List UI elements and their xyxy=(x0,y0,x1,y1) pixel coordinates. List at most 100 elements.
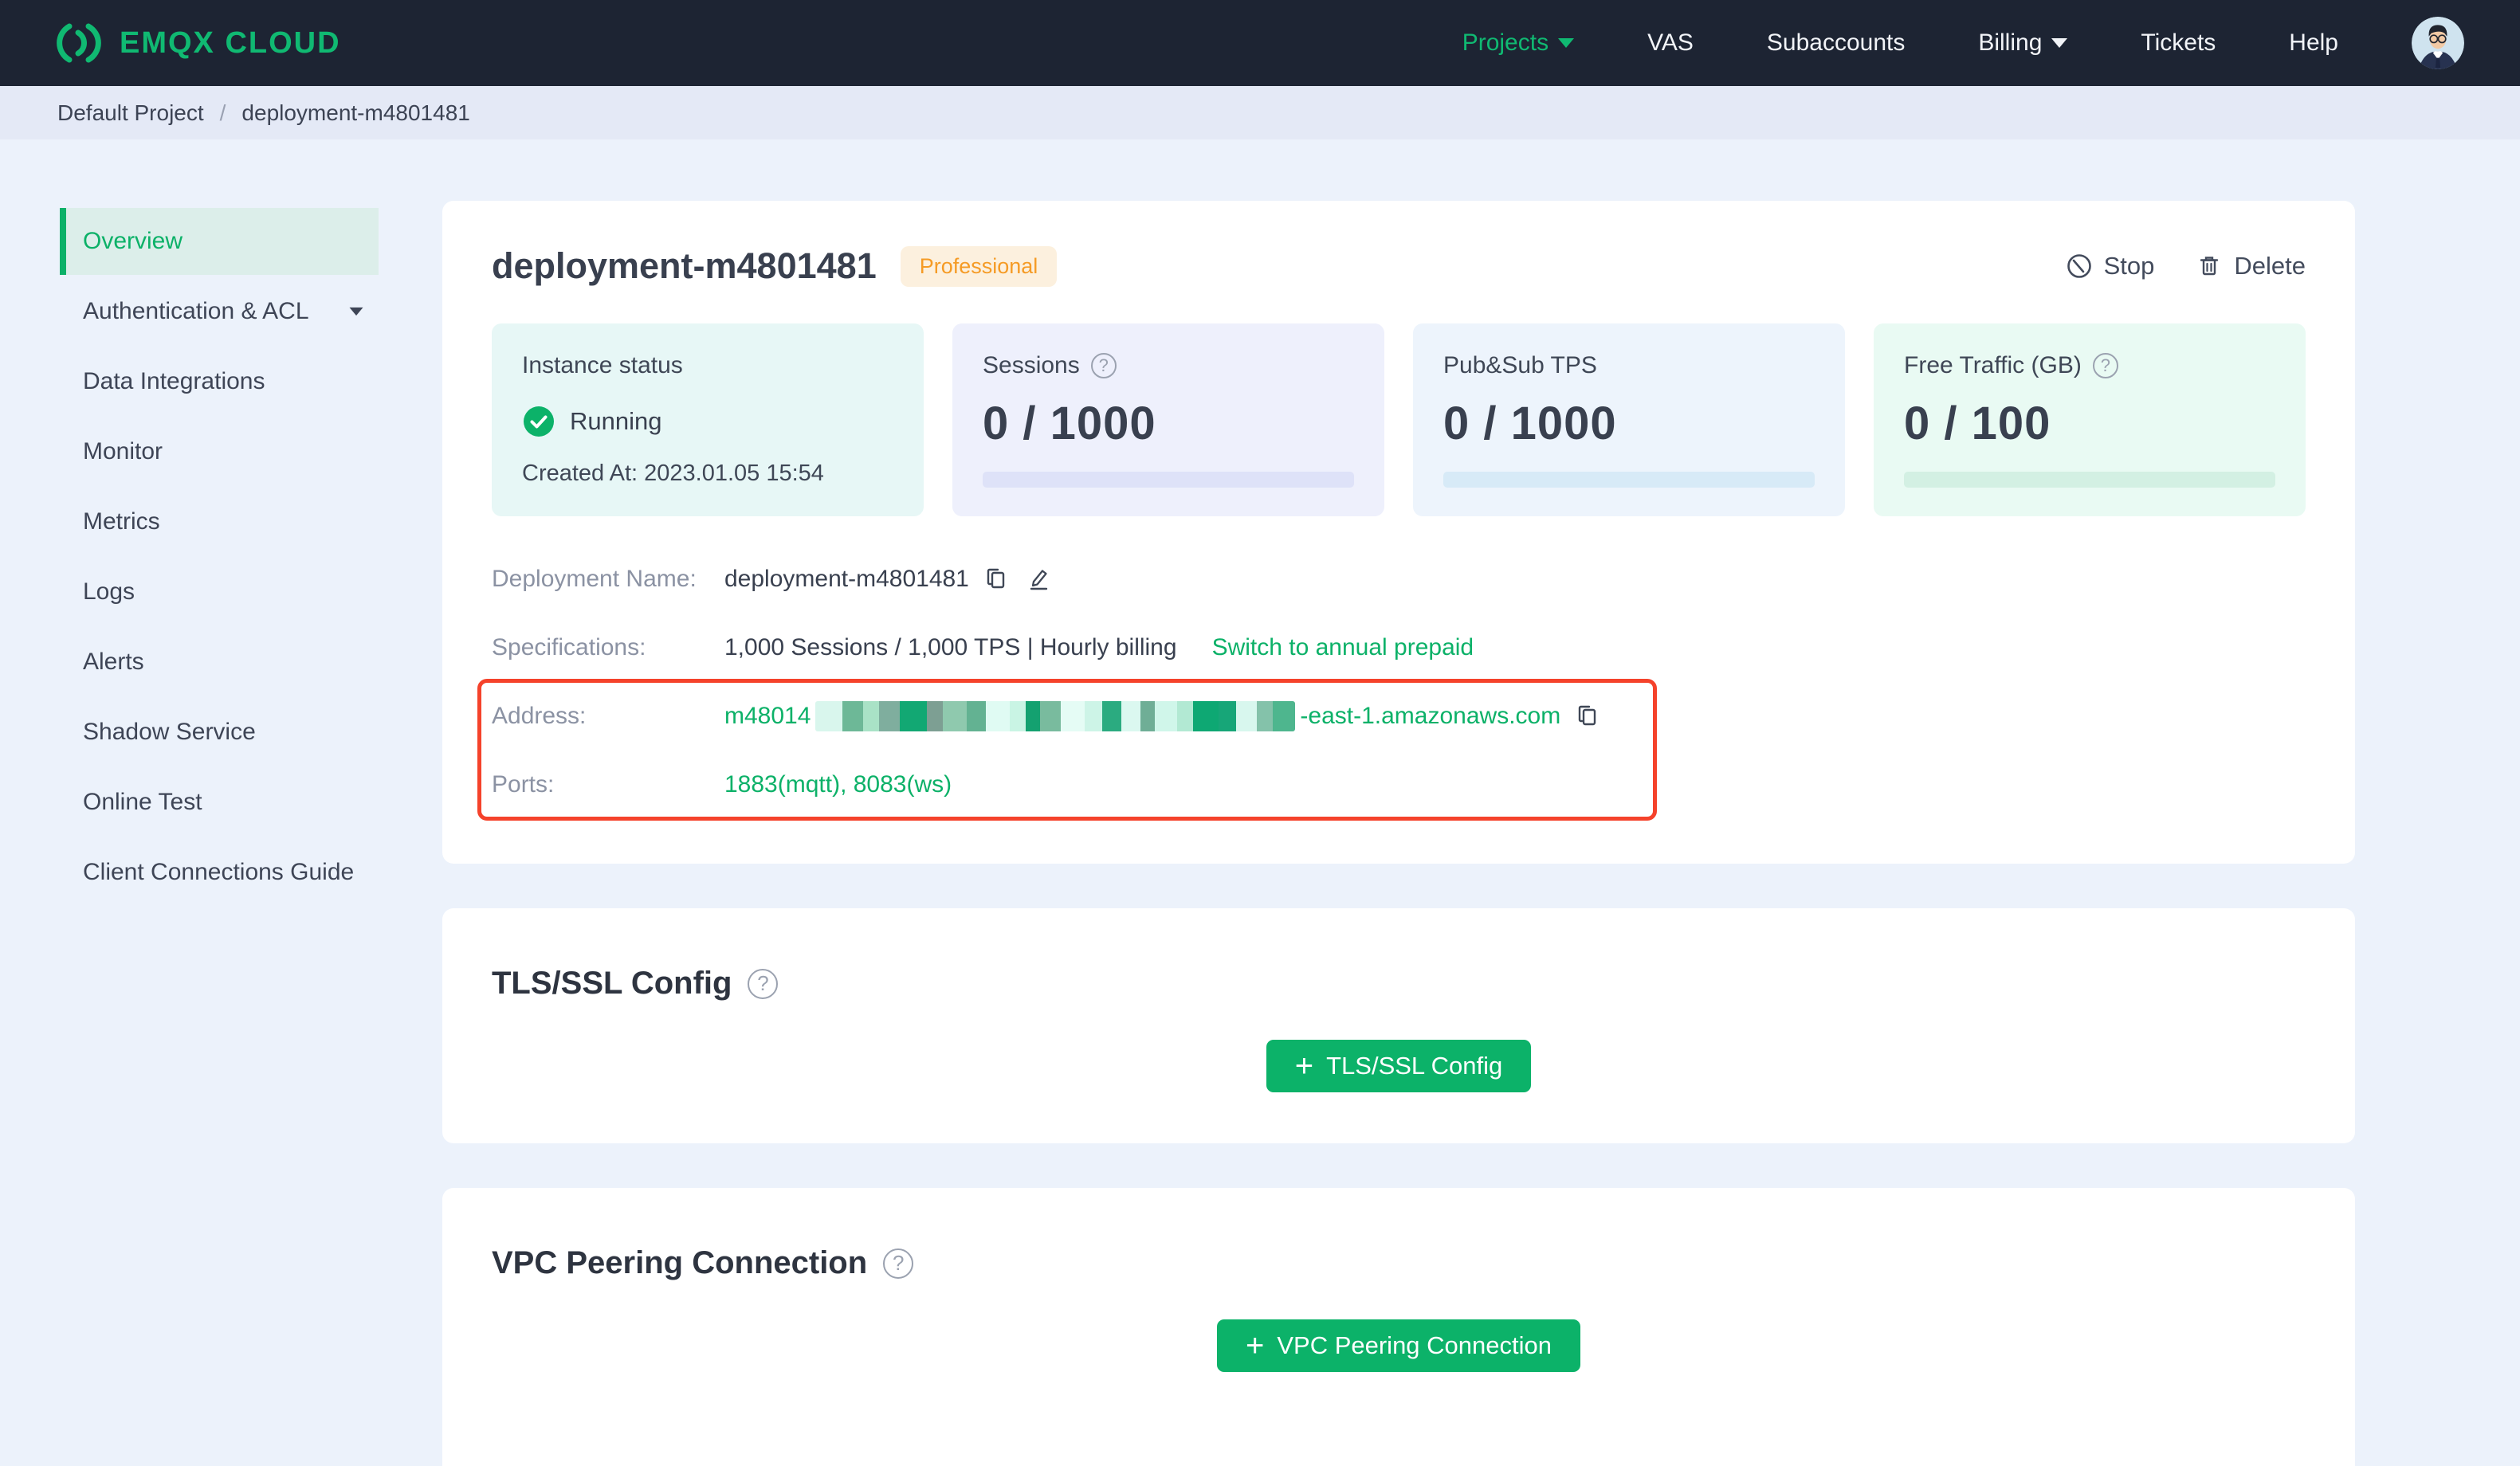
edit-button[interactable] xyxy=(1025,566,1052,593)
help-icon[interactable] xyxy=(883,1248,914,1279)
breadcrumb-separator: / xyxy=(219,100,226,125)
user-avatar[interactable] xyxy=(2412,17,2464,69)
nav-help-label: Help xyxy=(2289,29,2338,56)
nav-vas-label: VAS xyxy=(1647,29,1694,56)
sessions-progress-bar xyxy=(983,472,1354,488)
nav-subaccounts-label: Subaccounts xyxy=(1766,29,1906,56)
sidebar-item-alerts[interactable]: Alerts xyxy=(60,629,379,696)
page-title: deployment-m4801481 xyxy=(492,245,877,286)
main-content: deployment-m4801481 Professional Stop De… xyxy=(442,139,2355,1466)
help-icon[interactable] xyxy=(2092,353,2118,378)
address-suffix: -east-1.amazonaws.com xyxy=(1300,703,1561,729)
nav-tickets-label: Tickets xyxy=(2141,29,2216,56)
free-traffic-value: 0 / 100 xyxy=(1904,398,2051,449)
connection-info-group: Address: m48014 -east-1.amazonaws.com Po… xyxy=(477,679,2306,821)
sidebar-item-label: Monitor xyxy=(83,438,163,464)
nav-vas[interactable]: VAS xyxy=(1647,29,1694,57)
sidebar-item-shadow-service[interactable]: Shadow Service xyxy=(60,699,379,766)
copy-icon xyxy=(987,568,1005,589)
delete-label: Delete xyxy=(2234,252,2306,280)
emqx-cloud-logo[interactable]: EMQX CLOUD xyxy=(56,22,341,64)
sidebar-item-authentication-acl[interactable]: Authentication & ACL xyxy=(60,278,379,345)
created-at-text: Created At: 2023.01.05 15:54 xyxy=(522,461,824,486)
sidebar-item-label: Logs xyxy=(83,578,135,605)
breadcrumb-current: deployment-m4801481 xyxy=(241,100,470,125)
sidebar-item-label: Authentication & ACL xyxy=(83,298,309,324)
ports-label: Ports: xyxy=(492,771,555,798)
address-redaction xyxy=(815,701,1296,731)
stat-label: Instance status xyxy=(522,352,683,378)
sidebar-item-label: Data Integrations xyxy=(83,368,265,394)
sessions-value: 0 / 1000 xyxy=(983,398,1156,449)
pubsub-progress-bar xyxy=(1443,472,1815,488)
sidebar-item-overview[interactable]: Overview xyxy=(60,208,379,275)
plan-badge: Professional xyxy=(900,245,1058,287)
plus-icon xyxy=(1246,1330,1264,1362)
help-icon[interactable] xyxy=(748,968,779,999)
address-label: Address: xyxy=(492,703,587,729)
switch-annual-prepaid-link[interactable]: Switch to annual prepaid xyxy=(1212,634,1474,661)
copy-button[interactable] xyxy=(983,566,1011,593)
sidebar-item-data-integrations[interactable]: Data Integrations xyxy=(60,348,379,415)
top-bar: EMQX CLOUD Projects VAS Subaccounts Bill… xyxy=(0,0,2520,86)
stop-button[interactable]: Stop xyxy=(2066,252,2155,280)
breadcrumb-project[interactable]: Default Project xyxy=(57,100,204,126)
sidebar-item-logs[interactable]: Logs xyxy=(60,559,379,625)
stop-icon xyxy=(2067,254,2091,278)
deployment-overview-card: deployment-m4801481 Professional Stop De… xyxy=(442,201,2355,864)
sidebar: Overview Authentication & ACL Data Integ… xyxy=(0,139,442,909)
trash-icon xyxy=(2200,257,2219,276)
sidebar-item-label: Alerts xyxy=(83,649,144,675)
ports-value: 1883(mqtt), 8083(ws) xyxy=(724,771,952,798)
deployment-details: Deployment Name: deployment-m4801481 Spe… xyxy=(477,545,2306,821)
instance-status-card: Instance status Running Created At: 2023… xyxy=(492,323,924,516)
nav-tickets[interactable]: Tickets xyxy=(2141,29,2216,57)
sidebar-item-client-connections-guide[interactable]: Client Connections Guide xyxy=(60,839,379,906)
specifications-row: Specifications: 1,000 Sessions / 1,000 T… xyxy=(492,613,2306,682)
tls-ssl-config-card: TLS/SSL Config TLS/SSL Config xyxy=(442,908,2355,1143)
sessions-card: Sessions 0 / 1000 xyxy=(952,323,1384,516)
nav-subaccounts[interactable]: Subaccounts xyxy=(1767,29,1905,57)
add-tls-ssl-config-button[interactable]: TLS/SSL Config xyxy=(1266,1040,1532,1092)
ports-row: Ports: 1883(mqtt), 8083(ws) xyxy=(492,751,2306,819)
specifications-value: 1,000 Sessions / 1,000 TPS | Hourly bill… xyxy=(724,634,1177,660)
stats-row: Instance status Running Created At: 2023… xyxy=(492,323,2306,516)
delete-button[interactable]: Delete xyxy=(2196,252,2306,280)
address-row: Address: m48014 -east-1.amazonaws.com xyxy=(492,682,2306,751)
sidebar-item-online-test[interactable]: Online Test xyxy=(60,769,379,836)
status-badge: Running xyxy=(570,407,662,435)
add-vpc-peering-button[interactable]: VPC Peering Connection xyxy=(1216,1319,1580,1372)
free-traffic-card: Free Traffic (GB) 0 / 100 xyxy=(1874,323,2306,516)
stat-label: Sessions xyxy=(983,352,1080,378)
sidebar-item-monitor[interactable]: Monitor xyxy=(60,418,379,485)
chevron-down-icon xyxy=(1558,38,1575,48)
tls-section-title: TLS/SSL Config xyxy=(492,966,732,1001)
nav-billing[interactable]: Billing xyxy=(1978,29,2068,57)
stat-label: Free Traffic (GB) xyxy=(1904,352,2082,378)
sidebar-item-metrics[interactable]: Metrics xyxy=(60,488,379,555)
deployment-name-label: Deployment Name: xyxy=(492,566,697,592)
sidebar-item-label: Overview xyxy=(83,228,183,254)
vpc-peering-card: VPC Peering Connection VPC Peering Conne… xyxy=(442,1188,2355,1466)
copy-address-button[interactable] xyxy=(1575,703,1602,730)
pubsub-tps-value: 0 / 1000 xyxy=(1443,398,1617,449)
nav-help[interactable]: Help xyxy=(2289,29,2338,57)
nav-projects-label: Projects xyxy=(1462,29,1549,56)
sidebar-item-label: Client Connections Guide xyxy=(83,859,355,885)
free-traffic-progress-bar xyxy=(1904,472,2275,488)
logo-text: EMQX CLOUD xyxy=(120,25,341,60)
vpc-section-title: VPC Peering Connection xyxy=(492,1245,868,1280)
check-circle-icon xyxy=(524,406,554,437)
stop-label: Stop xyxy=(2103,252,2155,280)
sidebar-item-label: Shadow Service xyxy=(83,719,256,745)
nav-projects[interactable]: Projects xyxy=(1462,29,1575,57)
avatar-person-icon xyxy=(2412,17,2464,69)
stat-label: Pub&Sub TPS xyxy=(1443,352,1597,378)
top-navigation: Projects VAS Subaccounts Billing Tickets… xyxy=(1462,17,2464,69)
pencil-icon xyxy=(1030,570,1048,590)
deployment-name-value: deployment-m4801481 xyxy=(724,566,969,592)
chevron-down-icon xyxy=(2051,38,2068,48)
add-vpc-label: VPC Peering Connection xyxy=(1277,1331,1552,1359)
help-icon[interactable] xyxy=(1090,353,1117,378)
emqx-logo-icon xyxy=(57,23,101,63)
